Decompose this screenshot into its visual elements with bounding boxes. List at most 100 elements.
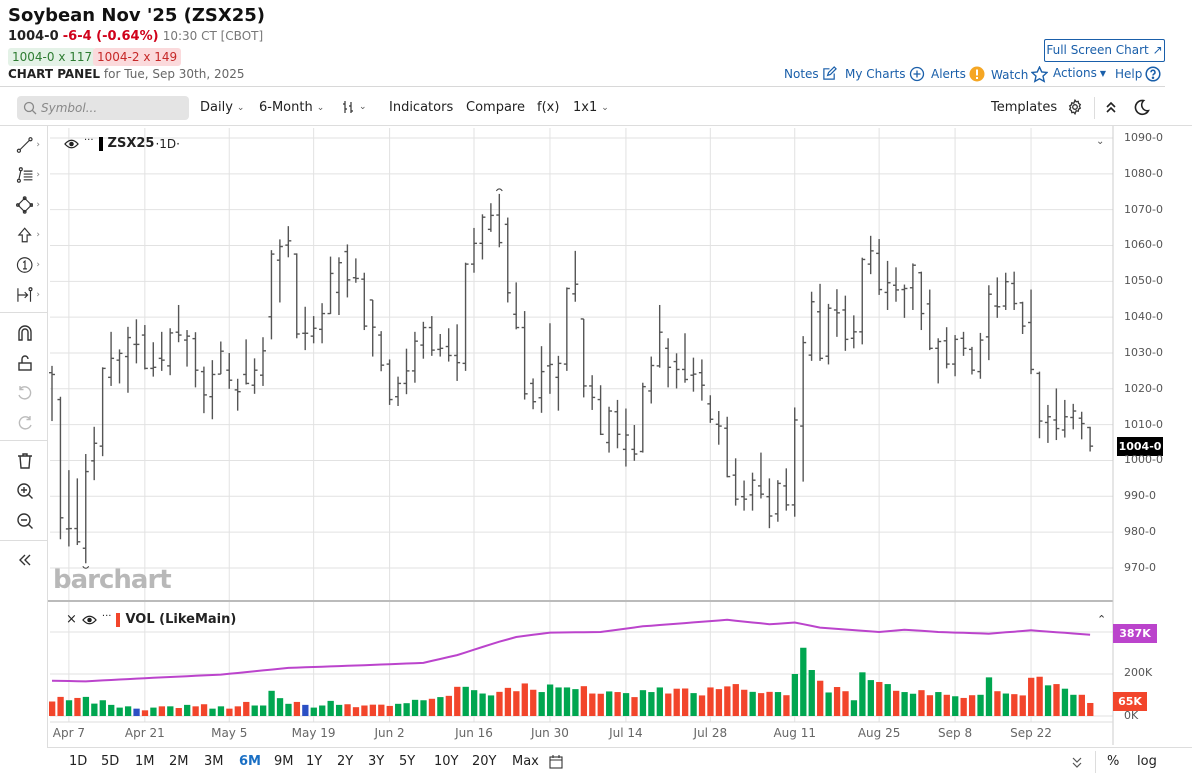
range-button-1d[interactable]: 1D (69, 754, 87, 769)
range-button-6m[interactable]: 6M (239, 754, 261, 769)
volume-bar (57, 696, 64, 716)
volume-bar (74, 697, 81, 716)
volume-bar (175, 708, 182, 716)
ohlc-bar (707, 395, 714, 423)
ohlc-bar (319, 303, 326, 344)
percent-scale-toggle[interactable]: % (1107, 754, 1119, 769)
ohlc-bar (411, 331, 418, 383)
ohlc-bar (310, 316, 317, 344)
ohlc-bar (1002, 272, 1009, 310)
range-button-3y[interactable]: 3Y (368, 754, 384, 769)
series-color-swatch (98, 136, 103, 151)
volume-bar (462, 686, 469, 716)
volume-bar (833, 687, 841, 716)
ohlc-bar (226, 352, 233, 389)
ohlc-bar (74, 478, 81, 546)
grid-lines (48, 126, 1114, 745)
price-axis-label: 1090-0 (1124, 131, 1163, 144)
close-icon[interactable]: × (66, 612, 77, 627)
log-scale-toggle[interactable]: log (1137, 754, 1157, 769)
range-button-1m[interactable]: 1M (135, 754, 155, 769)
ohlc-bar (724, 416, 731, 478)
volume-bar (386, 705, 393, 716)
price-axis-label: 970-0 (1124, 560, 1156, 574)
pane-collapse-chevron-icon[interactable]: ⌄ (1096, 136, 1104, 147)
volume-bar (82, 696, 90, 716)
ohlc-bar (833, 289, 840, 337)
volume-bar (445, 695, 452, 716)
volume-bar (859, 672, 866, 716)
ohlc-bar (985, 285, 992, 361)
volume-bar (1070, 694, 1077, 716)
volume-bar (572, 689, 579, 716)
volume-bar (369, 704, 377, 716)
range-button-10y[interactable]: 10Y (434, 754, 458, 769)
ohlc-bar (842, 295, 849, 351)
ohlc-bar (1028, 289, 1035, 375)
ohlc-bar (234, 378, 241, 411)
date-axis-label: Sep 8 (938, 726, 973, 740)
date-axis-label: Apr 7 (52, 726, 85, 740)
volume-bar (867, 680, 874, 716)
eye-icon[interactable] (82, 615, 97, 625)
range-button-5d[interactable]: 5D (101, 754, 119, 769)
volume-bar (344, 704, 351, 716)
volume-bar (268, 690, 275, 716)
volume-bar (487, 695, 495, 716)
volume-bar (749, 691, 756, 716)
ohlc-bar (192, 332, 199, 388)
ohlc-bar (766, 478, 773, 529)
range-button-20y[interactable]: 20Y (472, 754, 496, 769)
ohlc-bar (774, 480, 781, 522)
range-button-3m[interactable]: 3M (204, 754, 224, 769)
ohlc-bar (977, 332, 984, 379)
volume-bar (1019, 695, 1026, 716)
volume-bar (108, 704, 115, 716)
ohlc-bar (867, 235, 874, 275)
ohlc-bar (1044, 404, 1051, 443)
ohlc-bar (884, 260, 891, 310)
volume-indicator-label: VOL (LikeMain) (125, 612, 237, 627)
price-axis-label: 1070-0 (1124, 202, 1163, 216)
volume-bar (884, 684, 891, 716)
ohlc-bar (293, 253, 300, 339)
volume-bar (428, 698, 436, 716)
ohlc-bar (614, 399, 621, 449)
ohlc-bar (825, 303, 832, 365)
eye-icon[interactable] (64, 139, 79, 149)
range-button-1y[interactable]: 1Y (306, 754, 322, 769)
volume-bar (1053, 684, 1060, 716)
price-chart[interactable] (0, 0, 1192, 783)
volume-bar (471, 690, 478, 716)
range-button-5y[interactable]: 5Y (399, 754, 415, 769)
ohlc-bar (715, 411, 722, 445)
ohlc-bar (504, 217, 511, 303)
pane-expand-chevron-icon[interactable]: ⌃ (1097, 613, 1106, 626)
ohlc-bar (817, 283, 824, 361)
range-button-9m[interactable]: 9M (274, 754, 294, 769)
price-axis-label: 1010-0 (1124, 417, 1163, 431)
range-button-2y[interactable]: 2Y (337, 754, 353, 769)
volume-bar (226, 708, 233, 716)
ohlc-bar (496, 193, 503, 248)
more-options-icon[interactable]: ··· (84, 135, 94, 146)
volume-bar (631, 697, 638, 716)
date-axis-label: Aug 11 (773, 726, 816, 740)
volume-bar (563, 687, 571, 716)
volume-bar (116, 707, 123, 716)
volume-bar (665, 693, 672, 716)
range-button-max[interactable]: Max (512, 754, 539, 769)
more-options-icon[interactable]: ··· (102, 611, 112, 622)
volume-bar (682, 688, 689, 716)
volume-bar (698, 695, 706, 716)
range-button-2m[interactable]: 2M (169, 754, 189, 769)
volume-bar (555, 687, 562, 716)
collapse-bottom-button[interactable] (1071, 754, 1083, 773)
volume-bar (158, 706, 166, 716)
volume-last-tag: 65K (1113, 692, 1147, 711)
date-picker-button[interactable] (549, 754, 563, 773)
ohlc-bars (49, 193, 1094, 564)
volume-bar (327, 700, 334, 716)
ohlc-bar (850, 315, 857, 349)
ohlc-bar (327, 256, 334, 315)
